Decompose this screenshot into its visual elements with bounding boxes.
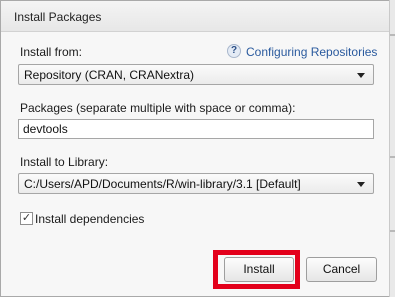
install-to-library-label: Install to Library: [20, 155, 109, 169]
install-from-value: Repository (CRAN, CRANextra) [24, 68, 195, 82]
install-packages-dialog: Install Packages Install from: ? Configu… [0, 0, 390, 297]
install-from-select[interactable]: Repository (CRAN, CRANextra) [18, 64, 374, 85]
help-icon[interactable]: ? [227, 44, 241, 58]
dropdown-arrow-icon [357, 73, 365, 78]
library-value: C:/Users/APD/Documents/R/win-library/3.1… [24, 177, 301, 191]
edge-tick [390, 230, 395, 232]
background-window-edge [389, 0, 395, 297]
install-dependencies-checkbox[interactable]: ✓ [20, 212, 33, 225]
edge-tick [390, 34, 395, 36]
packages-label: Packages (separate multiple with space o… [20, 101, 296, 115]
library-select[interactable]: C:/Users/APD/Documents/R/win-library/3.1… [18, 173, 374, 194]
dialog-title: Install Packages [14, 10, 102, 24]
dialog-titlebar: Install Packages [1, 1, 389, 32]
install-button-highlight [213, 250, 300, 289]
dropdown-arrow-icon [357, 182, 365, 187]
packages-input[interactable] [18, 119, 374, 139]
configuring-repositories-link[interactable]: Configuring Repositories [246, 45, 377, 59]
install-from-label: Install from: [20, 45, 83, 59]
edge-tick [390, 156, 395, 158]
install-dependencies-label[interactable]: Install dependencies [35, 212, 144, 226]
cancel-button[interactable]: Cancel [306, 257, 377, 282]
